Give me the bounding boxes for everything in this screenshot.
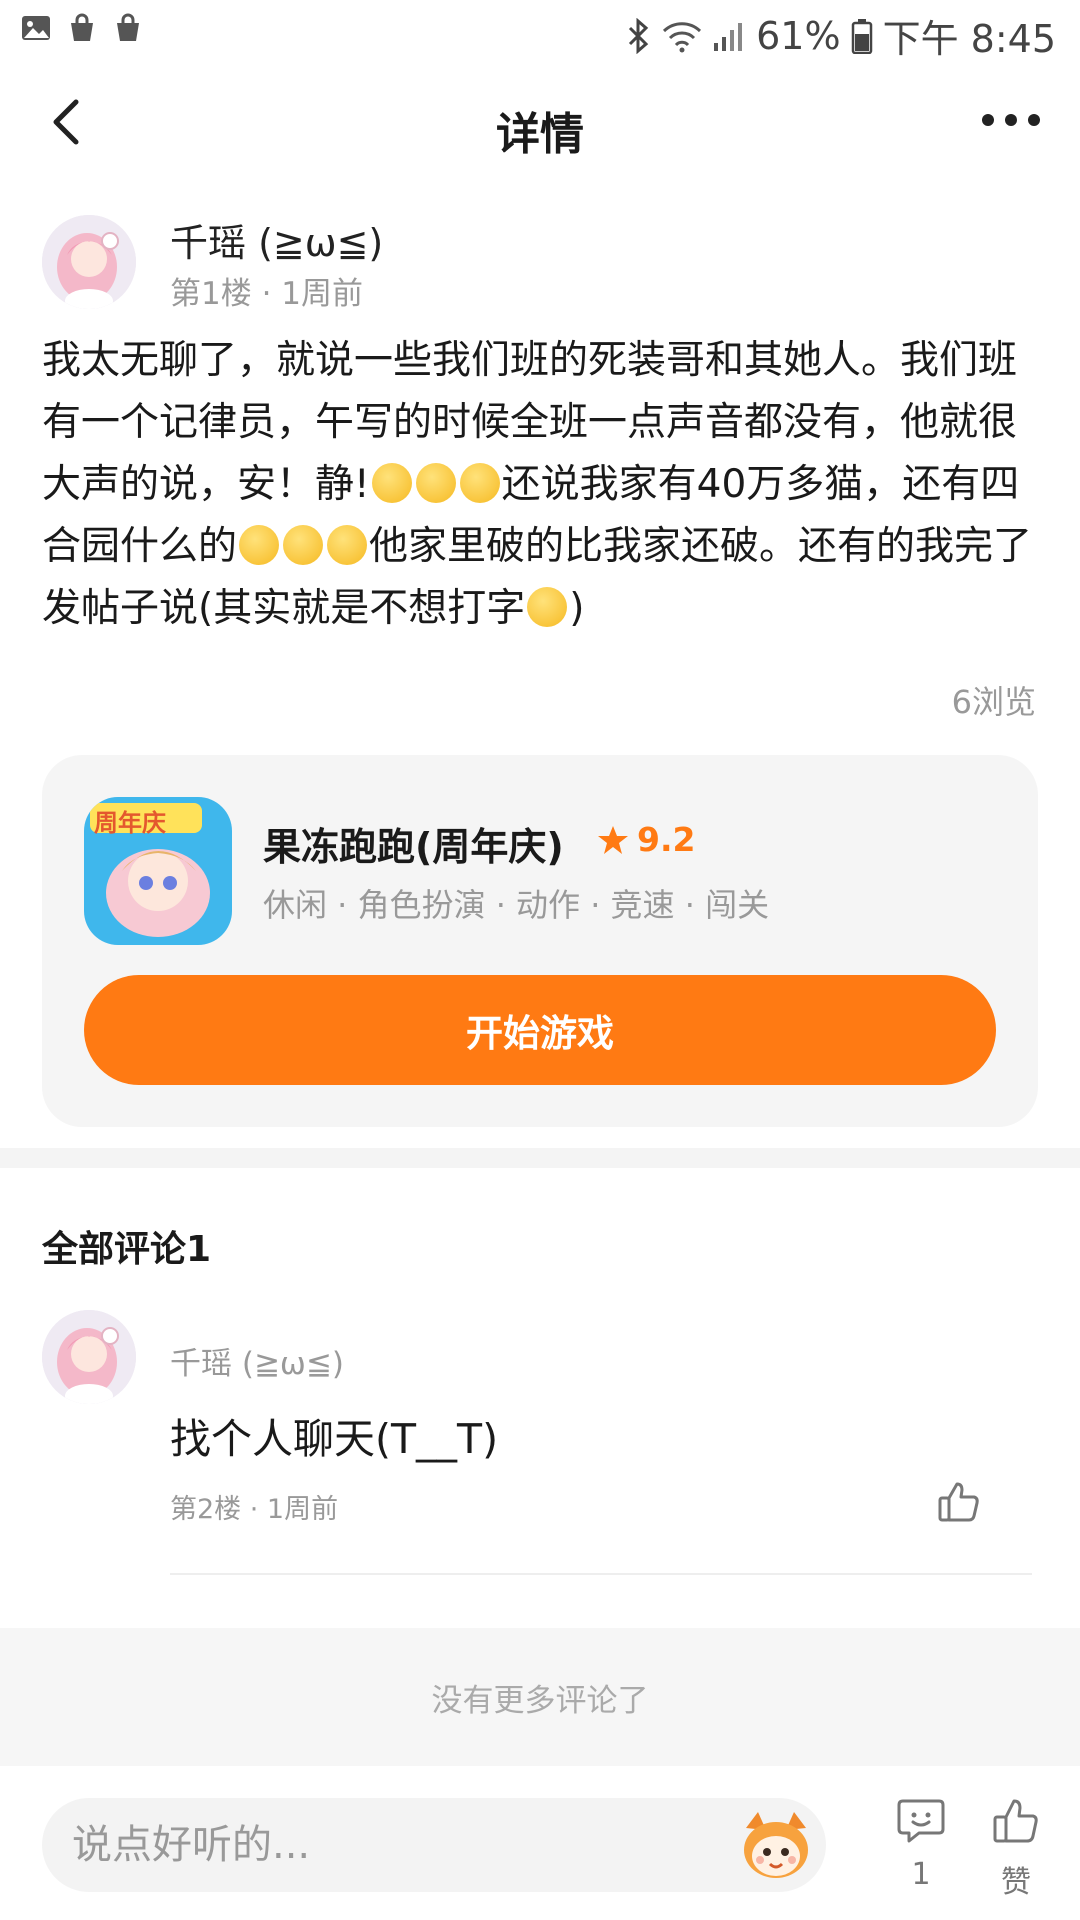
view-count: 6浏览	[951, 683, 1036, 721]
eye-roll-emoji-icon	[283, 525, 324, 565]
section-divider	[0, 1148, 1080, 1168]
expressionless-emoji-icon	[459, 463, 500, 503]
rating-value: 9.2	[637, 820, 696, 859]
wifi-icon	[663, 21, 702, 52]
status-bar: 61% 下午 8:45	[0, 0, 1080, 62]
more-options-icon[interactable]	[976, 100, 1046, 140]
comment-like-icon[interactable]	[935, 1478, 983, 1526]
game-icon-badge: 周年庆	[94, 809, 166, 837]
like-label: 赞	[1001, 1865, 1031, 1900]
no-more-comments: 没有更多评论了	[0, 1628, 1080, 1766]
status-system: 61% 下午 8:45	[626, 8, 1056, 63]
comment-count: 1	[911, 1857, 931, 1892]
avatar-illustration	[42, 1310, 136, 1404]
clock: 下午 8:45	[882, 17, 1056, 61]
page-title: 详情	[496, 109, 584, 160]
shopping-bag-icon	[117, 13, 139, 41]
game-name[interactable]: 果冻跑跑(周年庆)	[263, 816, 564, 871]
eye-roll-emoji-icon	[239, 525, 280, 565]
game-tags: 休闲 · 角色扮演 · 动作 · 竞速 · 闯关	[263, 886, 770, 924]
post-body: 我太无聊了，就说一些我们班的死装哥和其她人。我们班有一个记律员，午写的时候全班一…	[42, 330, 1042, 640]
post-author-name[interactable]: 千瑶 (≧ω≦)	[170, 212, 383, 267]
comment-separator	[170, 1573, 1032, 1575]
expressionless-emoji-icon	[371, 463, 412, 503]
avatar-illustration	[42, 215, 136, 309]
author-avatar[interactable]	[42, 215, 136, 309]
comment-input[interactable]	[42, 1798, 826, 1892]
battery-icon	[851, 18, 872, 54]
hugging-emoji-icon	[527, 587, 568, 627]
comment-icon[interactable]	[895, 1795, 947, 1847]
start-game-button[interactable]: 开始游戏	[84, 975, 996, 1085]
battery-percent: 61%	[756, 13, 841, 58]
expressionless-emoji-icon	[415, 463, 456, 503]
bluetooth-icon	[629, 17, 649, 54]
star-icon	[598, 825, 628, 854]
eye-roll-emoji-icon	[327, 525, 368, 565]
status-notifications	[20, 12, 144, 44]
comments-title: 全部评论1	[42, 1229, 212, 1270]
shopping-bag-icon	[71, 13, 93, 41]
post-text: )	[569, 586, 585, 631]
comment-text: 找个人聊天(T__T)	[170, 1415, 499, 1463]
like-icon[interactable]	[990, 1795, 1042, 1847]
commenter-avatar[interactable]	[42, 1310, 136, 1404]
signal-icon	[714, 22, 743, 51]
game-rating: 9.2	[597, 820, 695, 859]
comment-author-name[interactable]: 千瑶 (≧ω≦)	[170, 1338, 344, 1383]
comment-meta: 第2楼 · 1周前	[170, 1494, 339, 1525]
game-icon[interactable]: 周年庆	[84, 797, 232, 945]
gallery-icon	[22, 16, 50, 40]
mascot-emoji-icon[interactable]	[738, 1808, 814, 1882]
post-meta: 第1楼 · 1周前	[170, 276, 364, 312]
